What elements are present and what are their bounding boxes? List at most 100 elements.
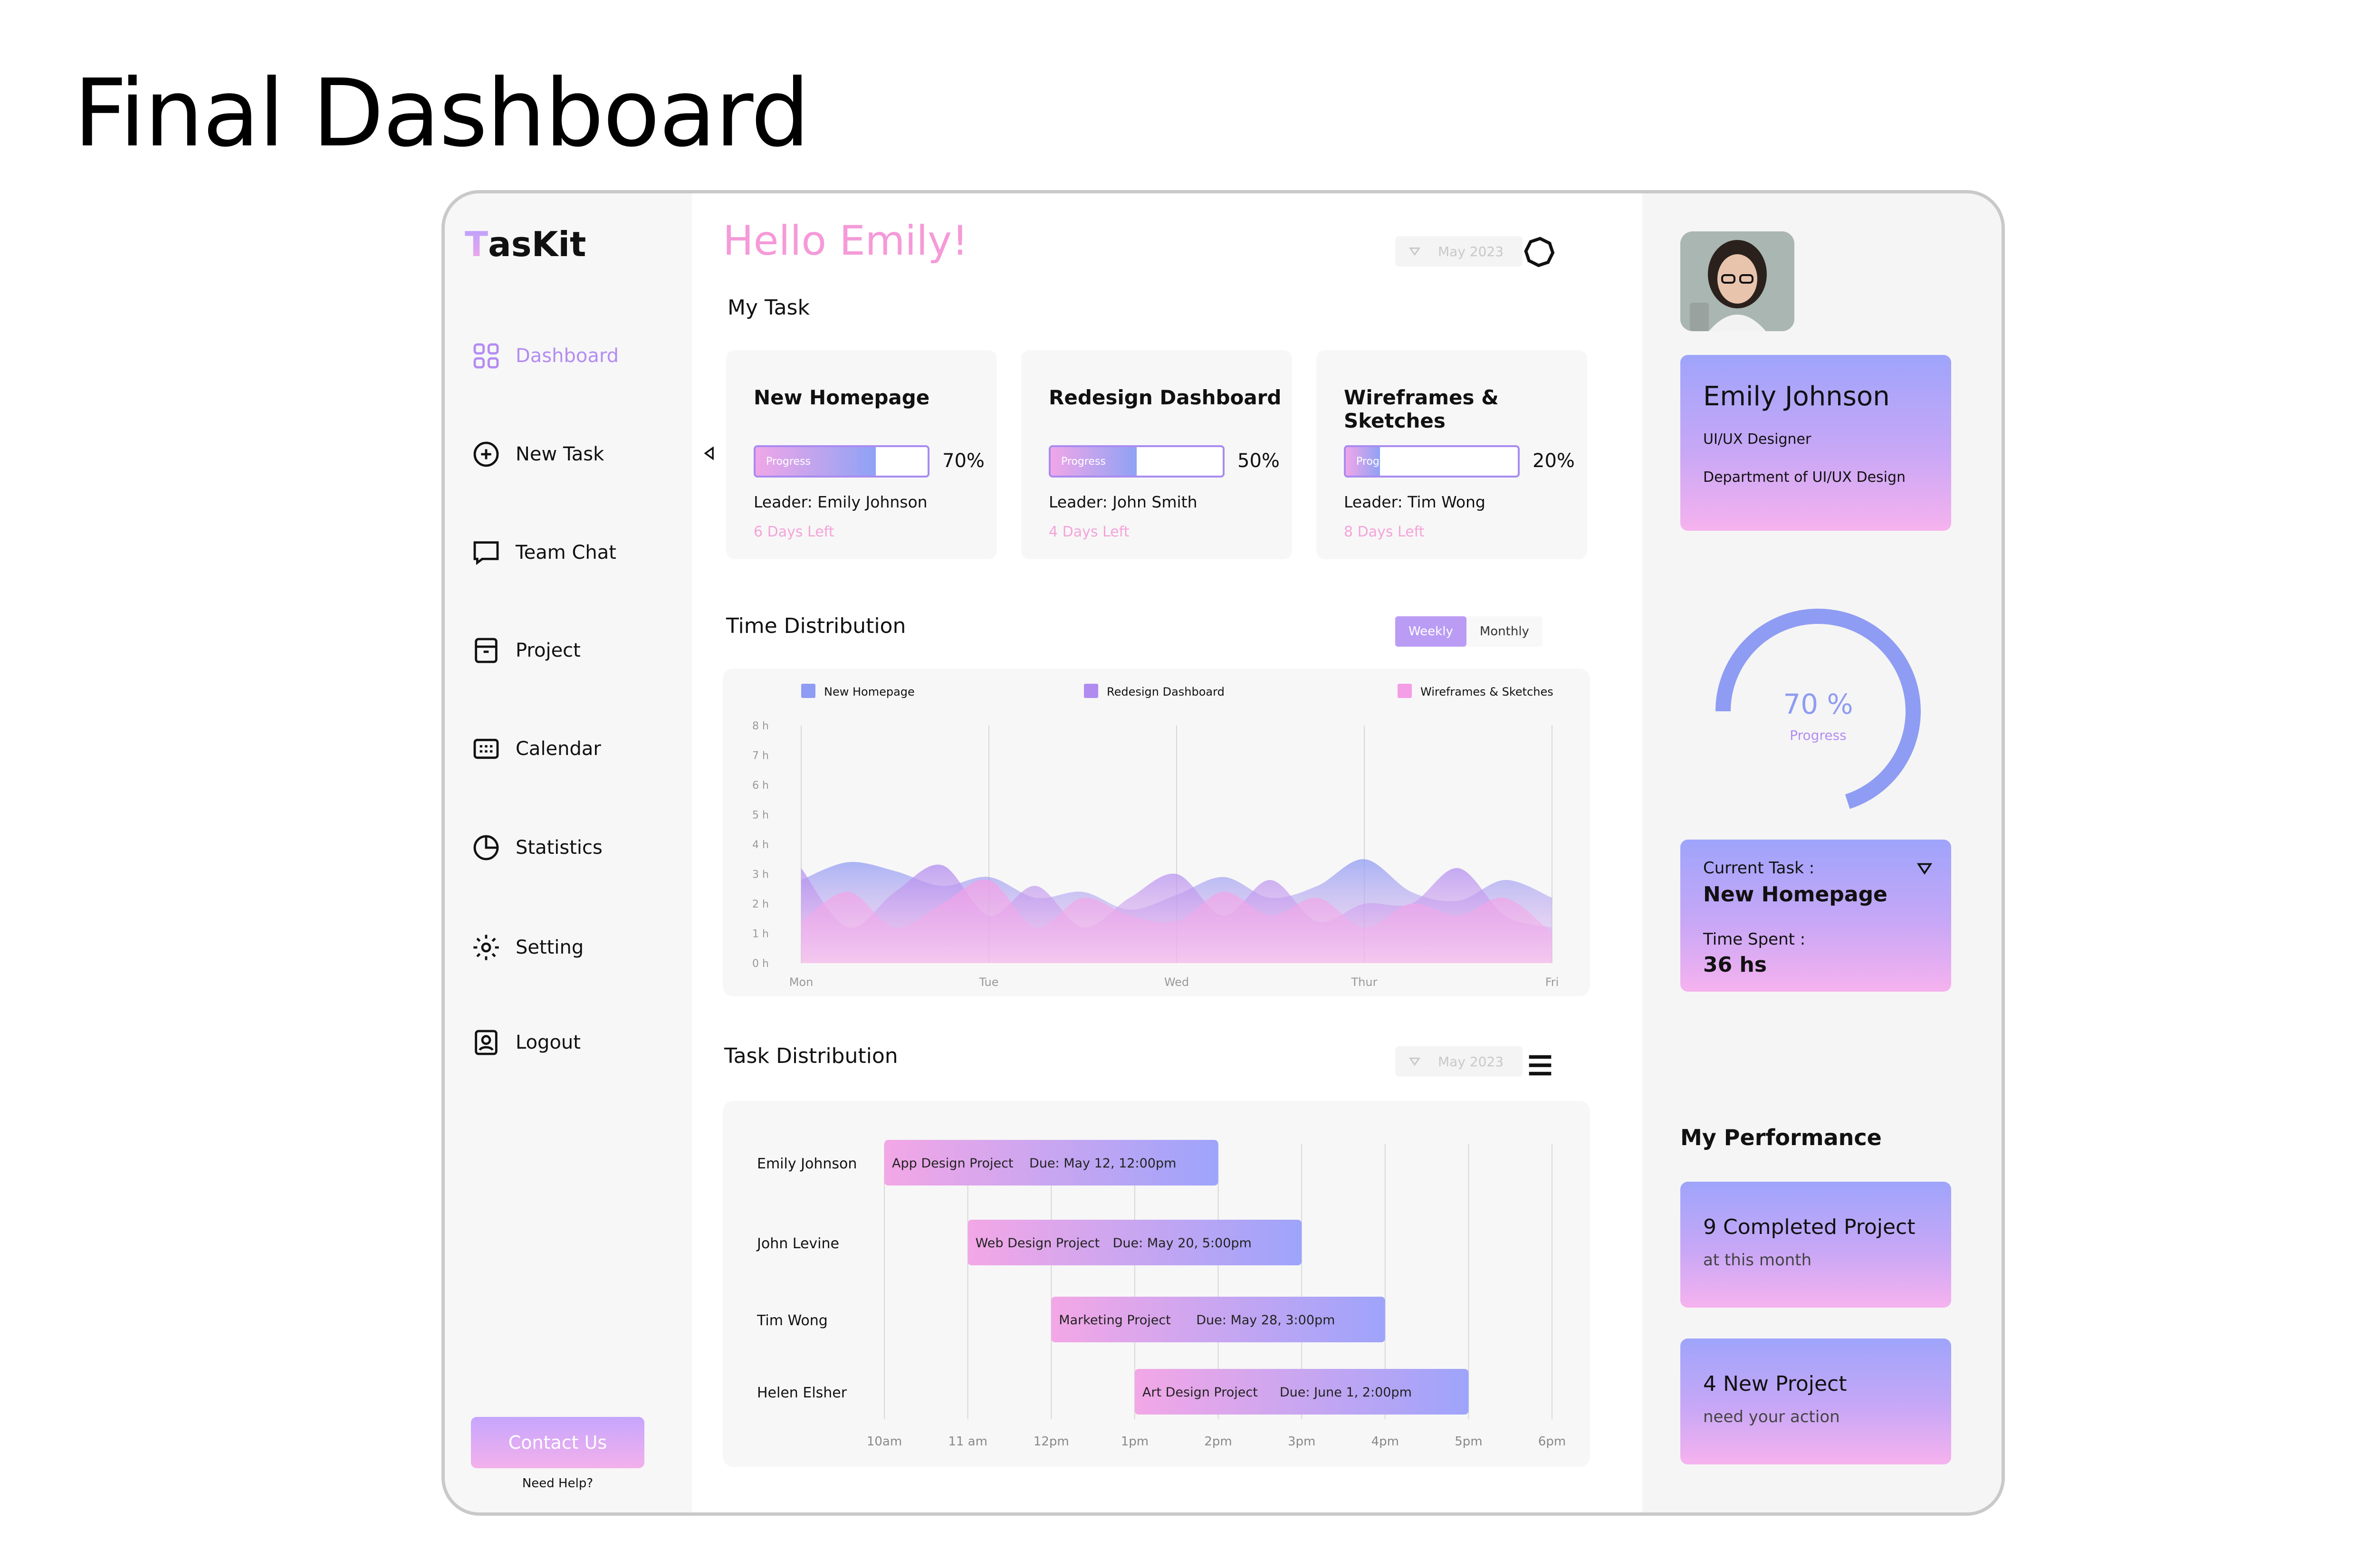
x-tick-label: Thur: [1351, 975, 1378, 989]
y-tick-label: 8 h: [752, 720, 769, 732]
task-card-title: Redesign Dashboard: [1049, 386, 1282, 409]
gantt-due: Due: May 28, 3:00pm: [1196, 1313, 1335, 1328]
calendar-icon: [473, 738, 499, 759]
task-card-title: Wireframes & Sketches: [1344, 386, 1499, 432]
performance-card[interactable]: 4 New Project need your action: [1680, 1339, 1951, 1464]
performance-title: My Performance: [1680, 1125, 1882, 1150]
logo-letter: T: [465, 224, 489, 264]
y-tick-label: 4 h: [752, 839, 769, 851]
logo-text: asKit: [488, 224, 586, 264]
my-task-title: My Task: [728, 296, 810, 320]
progress-bar: Progress: [1344, 445, 1520, 478]
x-tick-label: Tue: [979, 975, 999, 989]
gantt-due: Due: May 20, 5:00pm: [1113, 1236, 1252, 1251]
gantt-due: Due: June 1, 2:00pm: [1280, 1385, 1412, 1400]
y-tick-label: 3 h: [752, 869, 769, 881]
progress-percent: 50%: [1237, 450, 1280, 472]
sidebar: TasKit Dashboard New Task Team Chat Proj…: [445, 193, 692, 1512]
task-card-title: New Homepage: [754, 386, 930, 409]
gantt-person: Emily Johnson: [757, 1156, 857, 1172]
sidebar-item-label: Team Chat: [516, 542, 616, 564]
current-task-card[interactable]: Current Task : New Homepage Time Spent :…: [1680, 840, 1951, 992]
contact-us-button[interactable]: Contact Us: [471, 1417, 644, 1468]
progress-bar: Progress: [1049, 445, 1225, 478]
sidebar-item-team-chat[interactable]: Team Chat: [471, 537, 616, 568]
progress-percent: 70%: [942, 450, 985, 472]
sidebar-item-calendar[interactable]: Calendar: [471, 734, 601, 764]
weekly-toggle[interactable]: Weekly: [1395, 616, 1466, 647]
right-panel: Emily Johnson UI/UX Designer Department …: [1642, 193, 2002, 1512]
sidebar-item-setting[interactable]: Setting: [471, 932, 584, 963]
app-logo[interactable]: TasKit: [465, 224, 586, 264]
need-help-link[interactable]: Need Help?: [471, 1476, 644, 1491]
performance-value: 9 Completed Project: [1703, 1215, 1916, 1239]
gantt-svg: 10am 11 am 12pm 1pm 2pm 3pm 4pm 5pm 6pm Emily Joh…: [756, 1140, 1566, 1449]
task-leader: Leader: John Smith: [1049, 493, 1198, 511]
sidebar-item-label: Statistics: [516, 837, 603, 859]
hour-label: 5pm: [1455, 1434, 1482, 1449]
task-card[interactable]: Redesign Dashboard Progress 50% Leader: …: [1021, 350, 1292, 559]
greeting: Hello Emily!: [723, 217, 968, 265]
legend-label: Redesign Dashboard: [1107, 685, 1225, 698]
hour-label: 1pm: [1121, 1434, 1149, 1449]
sidebar-item-label: Project: [516, 640, 581, 661]
profile-card[interactable]: Emily Johnson UI/UX Designer Department …: [1680, 355, 1951, 531]
performance-value: 4 New Project: [1703, 1372, 1847, 1396]
logout-icon: [475, 1030, 498, 1055]
sidebar-item-project[interactable]: Project: [471, 635, 581, 666]
main-content: Hello Emily! May 2023 My Task New Homepa…: [692, 193, 1642, 1512]
gantt-person: John Levine: [756, 1235, 839, 1252]
y-tick-label: 1 h: [752, 928, 769, 940]
task-date-selector[interactable]: May 2023: [1395, 1046, 1523, 1077]
task-leader: Leader: Emily Johnson: [754, 493, 928, 511]
date-selector[interactable]: May 2023: [1395, 236, 1523, 267]
hour-label: 3pm: [1288, 1434, 1315, 1449]
performance-caption: need your action: [1703, 1407, 1840, 1426]
legend-swatch: [801, 684, 815, 698]
y-tick-label: 0 h: [752, 958, 769, 970]
x-tick-label: Wed: [1164, 975, 1189, 989]
legend-swatch: [1084, 684, 1098, 698]
progress-fill: Progress: [1051, 447, 1137, 476]
time-distribution-chart: New Homepage Redesign Dashboard Wireframes…: [723, 669, 1590, 996]
sidebar-item-label: Setting: [516, 937, 584, 958]
date-label: May 2023: [1438, 243, 1504, 259]
page-heading: Final Dashboard: [74, 59, 810, 168]
sidebar-item-new-task[interactable]: New Task: [471, 439, 604, 469]
progress-fill: Progress: [756, 447, 876, 476]
hour-label: 10am: [867, 1434, 902, 1449]
progress-label: Progress: [1790, 727, 1847, 743]
y-tick-label: 5 h: [752, 810, 769, 822]
y-tick-label: 2 h: [752, 899, 769, 910]
hour-label: 12pm: [1034, 1434, 1069, 1449]
sidebar-item-logout[interactable]: Logout: [471, 1027, 581, 1058]
avatar[interactable]: [1680, 231, 1794, 331]
legend-swatch: [1398, 684, 1412, 698]
sidebar-item-label: Dashboard: [516, 345, 619, 367]
monthly-toggle[interactable]: Monthly: [1466, 616, 1542, 647]
menu-icon[interactable]: [1523, 1049, 1557, 1082]
date-label: May 2023: [1438, 1053, 1504, 1070]
progress-bar: Progress: [754, 445, 929, 478]
sidebar-item-statistics[interactable]: Statistics: [471, 832, 603, 863]
time-spent-label: Time Spent :: [1703, 930, 1806, 949]
progress-donut: 70 % Progress: [1715, 609, 1921, 809]
performance-card[interactable]: 9 Completed Project at this month: [1680, 1182, 1951, 1308]
hour-label: 4pm: [1371, 1434, 1399, 1449]
progress-percent: 20%: [1533, 450, 1575, 472]
gear-icon: [473, 935, 499, 960]
profile-department: Department of UI/UX Design: [1703, 469, 1906, 486]
days-left: 6 Days Left: [754, 524, 834, 540]
profile-role: UI/UX Designer: [1703, 431, 1811, 448]
task-card[interactable]: New Homepage Progress 70% Leader: Emily …: [726, 350, 997, 559]
dashboard-frame: TasKit Dashboard New Task Team Chat Proj…: [441, 190, 2005, 1516]
sidebar-item-dashboard[interactable]: Dashboard: [471, 341, 619, 371]
chevron-down-icon: [1408, 1057, 1421, 1066]
chevron-down-icon[interactable]: [1916, 860, 1934, 878]
archive-icon: [475, 638, 498, 663]
task-card[interactable]: Wireframes & Sketches Progress 20% Leade…: [1316, 350, 1587, 559]
days-left: 4 Days Left: [1049, 524, 1130, 540]
gantt-due: Due: May 12, 12:00pm: [1029, 1156, 1176, 1171]
notification-icon[interactable]: [1521, 234, 1559, 272]
carousel-prev-icon[interactable]: [701, 445, 718, 461]
